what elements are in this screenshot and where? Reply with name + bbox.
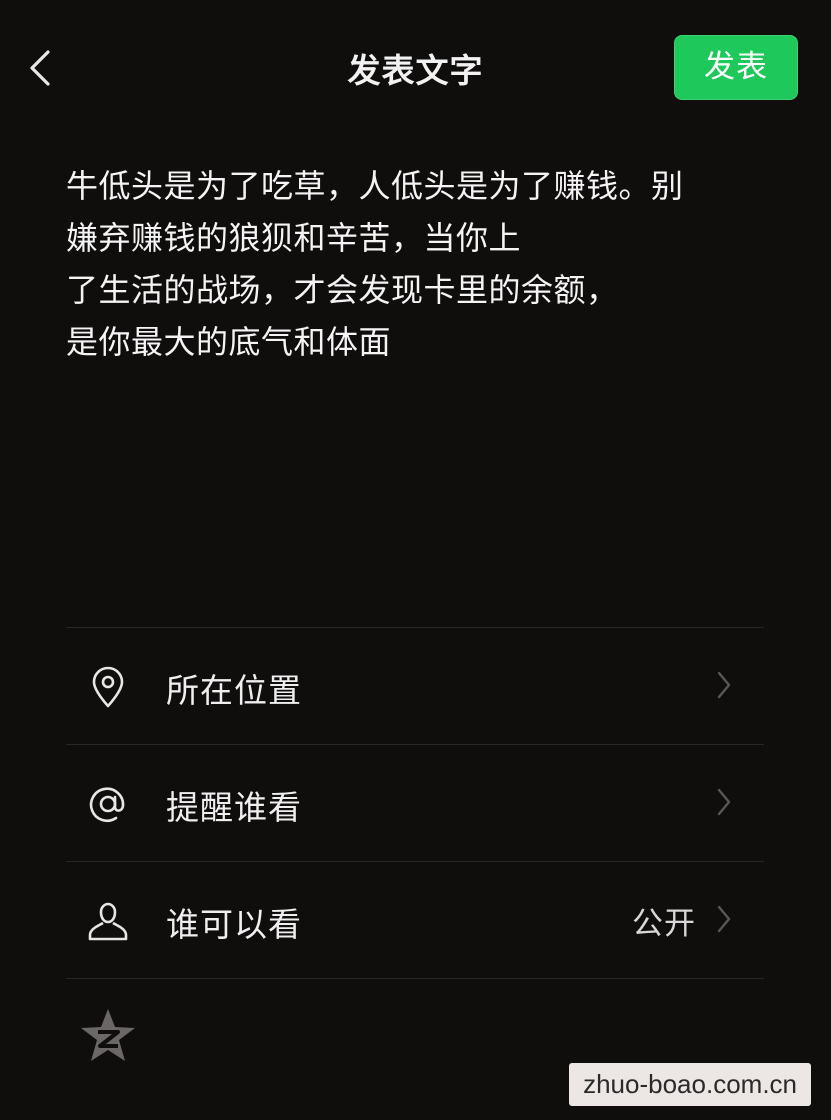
visibility-label: 谁可以看 — [166, 905, 302, 944]
watermark-text: zhuo-boao.com.cn — [569, 1063, 811, 1106]
person-icon — [88, 902, 128, 941]
compose-text-screen: 发表文字 发表 牛低头是为了吃草，人低头是为了赚钱。别 嫌弃赚钱的狼狈和辛苦，当… — [0, 0, 831, 1120]
chevron-right-icon — [717, 905, 731, 933]
post-text-line: 是你最大的底气和体面 — [66, 323, 392, 361]
chevron-right-icon — [717, 671, 731, 699]
qzone-star-icon[interactable] — [78, 1006, 138, 1066]
post-text-line: 牛低头是为了吃草，人低头是为了赚钱。别 — [66, 167, 684, 205]
visibility-row[interactable]: 谁可以看 公开 — [66, 862, 764, 978]
mention-label: 提醒谁看 — [166, 788, 302, 827]
post-text-area[interactable]: 牛低头是为了吃草，人低头是为了赚钱。别 嫌弃赚钱的狼狈和辛苦，当你上 了生活的战… — [66, 160, 766, 368]
mention-row[interactable]: 提醒谁看 — [66, 745, 764, 861]
publish-button[interactable]: 发表 — [674, 35, 798, 100]
post-text-line: 了生活的战场，才会发现卡里的余额， — [66, 271, 619, 309]
divider — [66, 978, 764, 979]
at-sign-icon — [89, 787, 125, 823]
header-bar: 发表文字 发表 — [0, 0, 831, 130]
chevron-right-icon — [717, 788, 731, 816]
visibility-value: 公开 — [632, 906, 696, 942]
location-pin-icon — [92, 666, 124, 708]
location-row[interactable]: 所在位置 — [66, 628, 764, 744]
location-label: 所在位置 — [166, 671, 302, 710]
post-text-line: 嫌弃赚钱的狼狈和辛苦，当你上 — [66, 219, 522, 257]
